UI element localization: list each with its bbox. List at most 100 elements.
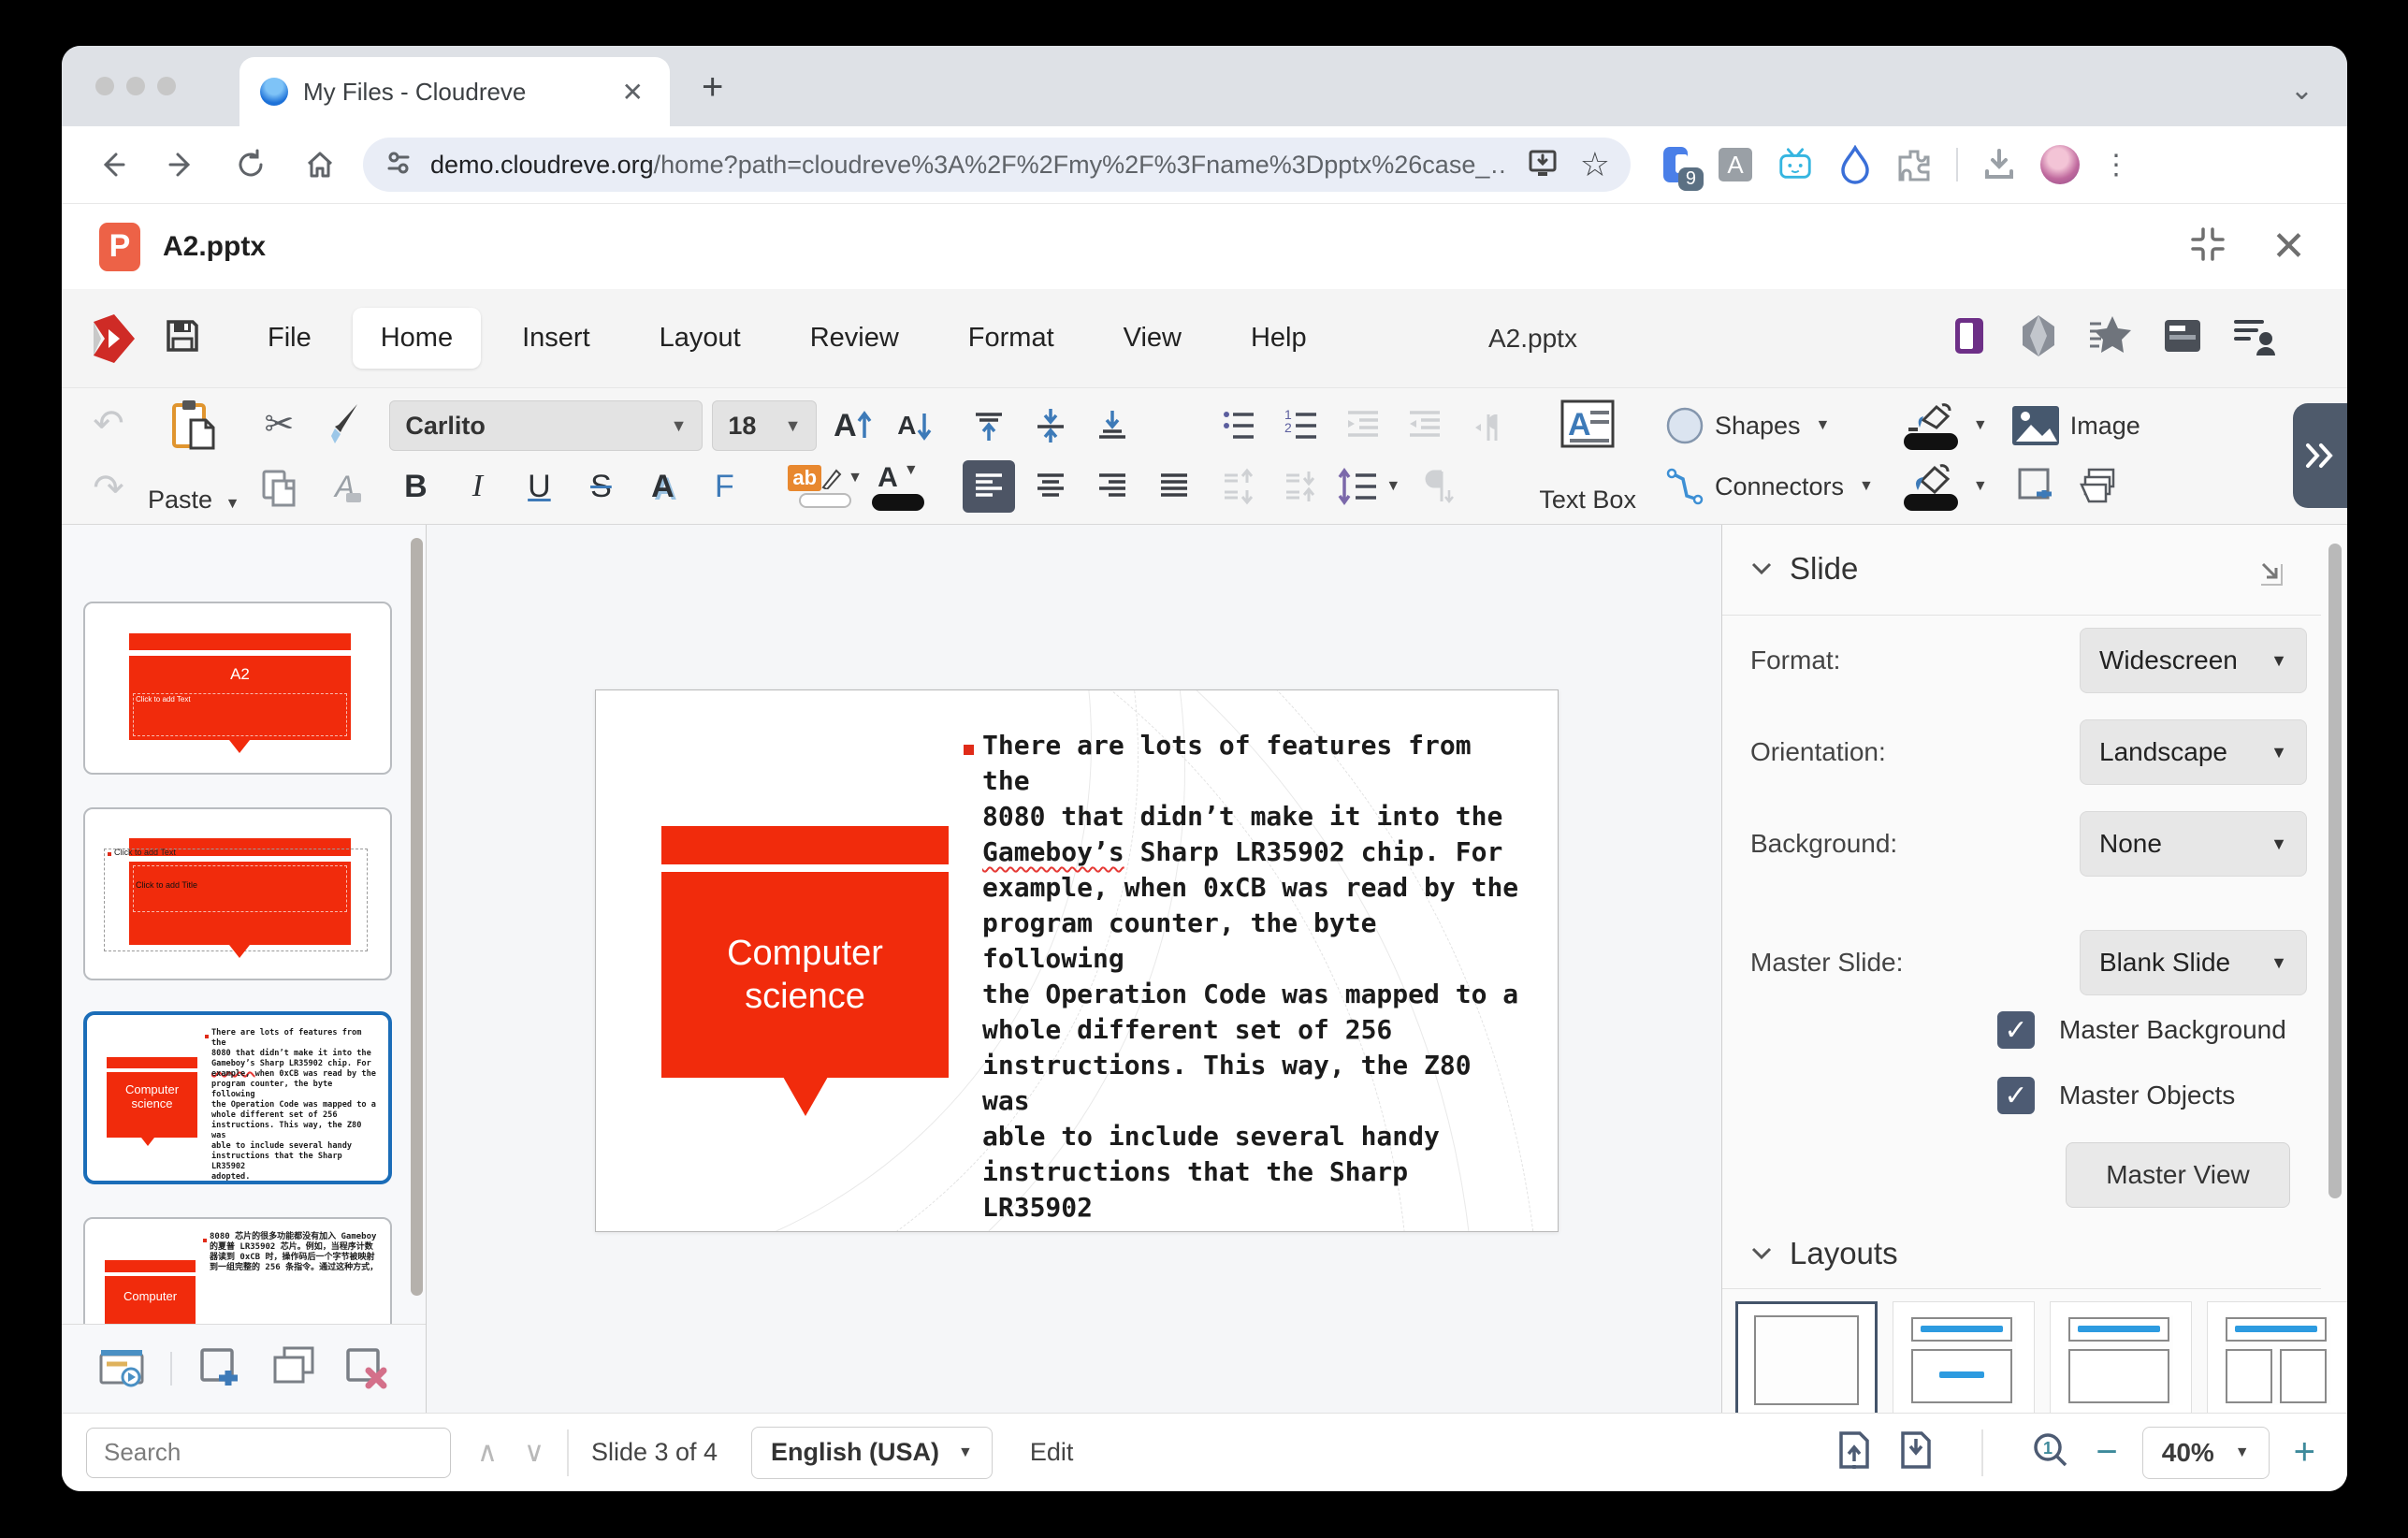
zoom-out-button[interactable]: − xyxy=(2096,1431,2117,1473)
font-name-select[interactable]: Carlito▼ xyxy=(389,400,703,451)
slide-3-editing-surface[interactable]: Computer science There are lots of featu… xyxy=(595,689,1559,1232)
increase-font-button[interactable]: A xyxy=(826,399,878,452)
move-paragraph-down-button[interactable] xyxy=(1275,460,1327,513)
bookmark-star-icon[interactable]: ☆ xyxy=(1580,145,1610,184)
decrease-indent-button[interactable] xyxy=(1337,399,1389,452)
extension-tv-icon[interactable] xyxy=(1777,146,1814,183)
expand-toolbar-button[interactable] xyxy=(2293,403,2347,508)
master-objects-checkbox[interactable]: ✓ xyxy=(1997,1077,2035,1114)
add-placeholder-button[interactable] xyxy=(2010,460,2063,513)
italic-button[interactable]: I xyxy=(451,460,503,513)
master-view-button[interactable]: Master View xyxy=(2066,1142,2290,1208)
shape-outline-color-button[interactable] xyxy=(1904,399,1958,452)
window-controls[interactable] xyxy=(95,77,176,95)
close-document-icon[interactable]: ✕ xyxy=(2271,228,2306,266)
layout-title-content[interactable] xyxy=(2050,1301,2192,1419)
orientation-select[interactable]: Landscape▼ xyxy=(2080,719,2307,785)
connectors-button[interactable]: Connectors▼ xyxy=(1664,458,1874,515)
valign-middle-button[interactable] xyxy=(1024,399,1077,452)
decrease-font-button[interactable]: A xyxy=(888,399,940,452)
start-slideshow-button[interactable] xyxy=(97,1345,146,1393)
shape-outline-caret-icon[interactable]: ▼ xyxy=(1973,417,1988,434)
align-left-button[interactable] xyxy=(963,460,1015,513)
copy-button[interactable] xyxy=(253,462,305,515)
slide-thumbnail-4[interactable]: Computer 8080 芯片的很多功能都没有加入 Gameboy 的夏普 L… xyxy=(83,1217,392,1324)
menu-home[interactable]: Home xyxy=(353,308,481,369)
extension-waterdrop-icon[interactable] xyxy=(1836,146,1874,183)
home-button[interactable] xyxy=(301,148,339,181)
slide-thumbnail-2[interactable]: Click to add Text Click to add Title xyxy=(83,807,392,980)
slide-canvas[interactable]: Computer science There are lots of featu… xyxy=(427,525,1721,1413)
insert-image-button[interactable]: Image xyxy=(2010,398,2151,454)
zoom-level-select[interactable]: 40%▼ xyxy=(2142,1427,2270,1479)
view-settings-icon[interactable] xyxy=(2161,314,2204,362)
clear-format-button[interactable]: A xyxy=(318,462,370,515)
reload-button[interactable] xyxy=(232,148,269,181)
zoom-window-button[interactable] xyxy=(157,77,176,95)
bullet-list-button[interactable] xyxy=(1213,399,1266,452)
zoom-in-button[interactable]: + xyxy=(2294,1431,2315,1473)
valign-top-button[interactable] xyxy=(963,399,1015,452)
cut-button[interactable]: ✂ xyxy=(253,398,305,450)
underline-button[interactable]: U xyxy=(513,460,565,513)
paragraph-settings-button[interactable] xyxy=(1410,460,1462,513)
undo-button[interactable]: ↶ xyxy=(82,398,135,450)
panel-scrollbar[interactable] xyxy=(2328,544,2342,1198)
fit-to-slide-button[interactable] xyxy=(1835,1429,1873,1475)
exit-fullscreen-icon[interactable] xyxy=(2189,225,2227,268)
language-select[interactable]: English (USA)▼ xyxy=(751,1427,993,1479)
menu-file[interactable]: File xyxy=(239,308,340,369)
fit-to-width-button[interactable] xyxy=(1897,1429,1935,1475)
master-slide-select[interactable]: Blank Slide▼ xyxy=(2080,930,2307,995)
format-painter-button[interactable] xyxy=(318,398,370,450)
advanced-settings-icon[interactable] xyxy=(2257,559,2289,595)
layouts-chevron-icon[interactable] xyxy=(1750,1246,1773,1261)
font-size-select[interactable]: 18▼ xyxy=(712,400,817,451)
title-shape[interactable]: Computer science xyxy=(661,872,949,1078)
menu-layout[interactable]: Layout xyxy=(631,308,769,369)
layout-blank[interactable] xyxy=(1735,1301,1878,1419)
back-button[interactable] xyxy=(94,148,131,181)
shape-fill-color-button[interactable] xyxy=(1904,460,1958,513)
thumbnails-scrollbar[interactable] xyxy=(411,538,423,1296)
text-box-button[interactable]: A Text Box xyxy=(1539,398,1636,515)
line-spacing-button[interactable]: ▼ xyxy=(1337,460,1400,513)
menu-view[interactable]: View xyxy=(1095,308,1210,369)
save-button[interactable] xyxy=(163,316,202,360)
menu-help[interactable]: Help xyxy=(1223,308,1335,369)
align-center-button[interactable] xyxy=(1024,460,1077,513)
forward-button[interactable] xyxy=(163,148,200,181)
duplicate-slide-button[interactable] xyxy=(269,1344,318,1394)
address-bar[interactable]: demo.cloudreve.org/home?path=cloudreve%3… xyxy=(363,138,1631,192)
layout-two-content[interactable] xyxy=(2207,1301,2347,1419)
font-color-button[interactable]: A▼ xyxy=(872,460,924,513)
numbered-list-button[interactable]: 12 xyxy=(1275,399,1327,452)
search-next-icon[interactable]: ∨ xyxy=(524,1436,544,1469)
add-slide-button[interactable] xyxy=(196,1344,245,1394)
highlight-color-button[interactable]: ab▼ xyxy=(788,460,863,513)
zoom-100-button[interactable]: 1 xyxy=(2030,1429,2071,1475)
strikethrough-button[interactable]: S xyxy=(574,460,627,513)
text-shadow-button[interactable]: A xyxy=(636,460,689,513)
feedback-star-icon[interactable] xyxy=(2086,314,2133,362)
tab-search-chevron-icon[interactable]: ⌄ xyxy=(2290,74,2314,107)
close-window-button[interactable] xyxy=(95,77,114,95)
bold-button[interactable]: B xyxy=(389,460,442,513)
search-input[interactable] xyxy=(86,1428,451,1478)
align-justify-button[interactable] xyxy=(1148,460,1200,513)
browser-tab[interactable]: My Files - Cloudreve ✕ xyxy=(239,57,670,126)
downloads-icon[interactable] xyxy=(1980,146,2018,183)
shape-gem-icon[interactable] xyxy=(2019,313,2058,363)
text-direction-button[interactable] xyxy=(1460,399,1513,452)
slide-body-text[interactable]: There are lots of features from the 8080… xyxy=(982,728,1520,1232)
minimize-window-button[interactable] xyxy=(126,77,145,95)
collapse-section-chevron-icon[interactable] xyxy=(1750,561,1773,576)
master-background-checkbox[interactable]: ✓ xyxy=(1997,1011,2035,1049)
slide-thumbnail-1[interactable]: A2 Click to add Text xyxy=(83,602,392,775)
redo-button[interactable]: ↷ xyxy=(82,462,135,515)
theme-panel-icon[interactable] xyxy=(1948,314,1991,362)
align-right-button[interactable] xyxy=(1086,460,1139,513)
profile-avatar[interactable] xyxy=(2040,145,2080,184)
extension-phone-icon[interactable]: 9 xyxy=(1657,146,1694,183)
tab-close-icon[interactable]: ✕ xyxy=(617,77,649,108)
